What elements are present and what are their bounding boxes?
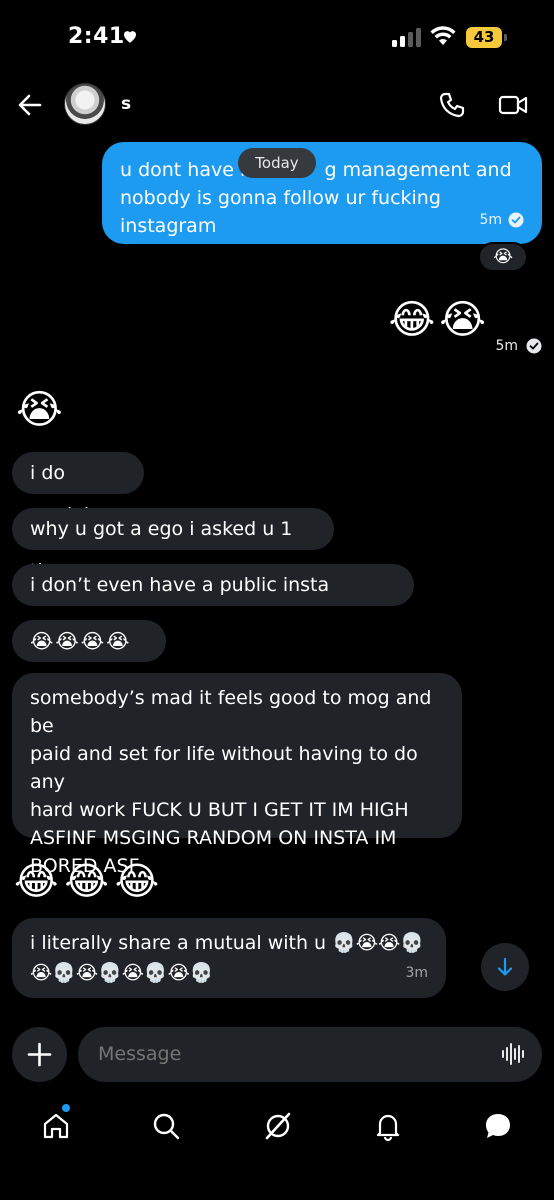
heart-icon <box>124 31 136 43</box>
notifications-icon[interactable] <box>372 1110 404 1142</box>
search-icon[interactable] <box>150 1110 182 1142</box>
message-line: paid and set for life without having to … <box>30 743 418 793</box>
incoming-message[interactable]: why u got a ego i asked u 1 time <box>12 508 334 582</box>
status-time: 2:41 <box>68 24 125 49</box>
message-time: 5m <box>495 338 518 354</box>
wifi-icon <box>430 26 456 45</box>
incoming-message[interactable]: i do model <box>12 452 144 526</box>
bottom-navigation <box>0 1100 554 1150</box>
grok-icon[interactable] <box>262 1110 294 1142</box>
message-line: hard work FUCK U BUT I GET IT IM HIGH <box>30 799 409 821</box>
message-input[interactable] <box>98 1027 478 1082</box>
outgoing-emoji-message[interactable]: 😂😭 <box>389 295 490 345</box>
message-time: 5m <box>479 212 502 228</box>
phone-icon[interactable] <box>438 91 466 119</box>
add-media-button[interactable] <box>12 1027 67 1082</box>
message-text-part: g management and <box>324 159 512 181</box>
message-line: nobody is gonna follow ur fucking instag… <box>120 187 441 237</box>
conversation-username[interactable]: s <box>121 94 131 114</box>
message-meta: 5m <box>479 206 524 234</box>
incoming-emoji-message[interactable]: 😂😂😂 <box>14 856 165 906</box>
message-line: ASFINF MSGING RANDOM ON INSTA IM <box>30 827 397 849</box>
plus-icon <box>27 1042 52 1067</box>
message-line: 😭💀😭💀😭💀😭💀 <box>30 962 214 984</box>
arrow-down-icon <box>497 957 513 976</box>
read-check-icon <box>526 338 542 354</box>
read-check-icon <box>508 212 524 228</box>
unread-dot <box>62 1104 70 1112</box>
cellular-signal-icon <box>392 28 421 47</box>
message-reaction[interactable]: 😭 <box>478 242 528 272</box>
incoming-message[interactable]: i don’t even have a public insta anymore <box>12 564 414 638</box>
message-line: u dont have mg management and <box>120 156 524 184</box>
incoming-message[interactable]: somebody’s mad it feels good to mog and … <box>12 673 462 877</box>
message-meta: 5m <box>495 338 542 354</box>
conversation-header: s <box>0 75 554 135</box>
battery-tip <box>504 34 507 41</box>
voice-message-icon[interactable] <box>500 1041 526 1067</box>
message-time: 3m <box>405 965 428 981</box>
message-composer <box>78 1027 542 1082</box>
message-line: somebody’s mad it feels good to mog and … <box>30 687 432 737</box>
battery-level: 43 <box>473 28 495 46</box>
battery-indicator: 43 <box>466 27 508 48</box>
message-line: i literally share a mutual with u 💀😭😭💀 <box>30 932 424 954</box>
scroll-to-bottom-button[interactable] <box>481 943 529 991</box>
video-camera-icon[interactable] <box>498 93 528 117</box>
back-arrow-icon[interactable] <box>16 91 44 119</box>
incoming-message[interactable]: 😭😭😭😭 <box>12 620 166 662</box>
status-bar: 2:41 43 <box>0 0 554 75</box>
incoming-message[interactable]: i literally share a mutual with u 💀😭😭💀 😭… <box>12 918 446 998</box>
incoming-emoji-message[interactable]: 😭 <box>16 385 63 435</box>
date-separator: Today <box>238 148 316 178</box>
home-icon[interactable] <box>40 1110 72 1142</box>
messages-icon[interactable] <box>482 1110 514 1142</box>
avatar[interactable] <box>64 83 106 125</box>
outgoing-message[interactable]: u dont have mg management and nobody is … <box>102 142 542 244</box>
